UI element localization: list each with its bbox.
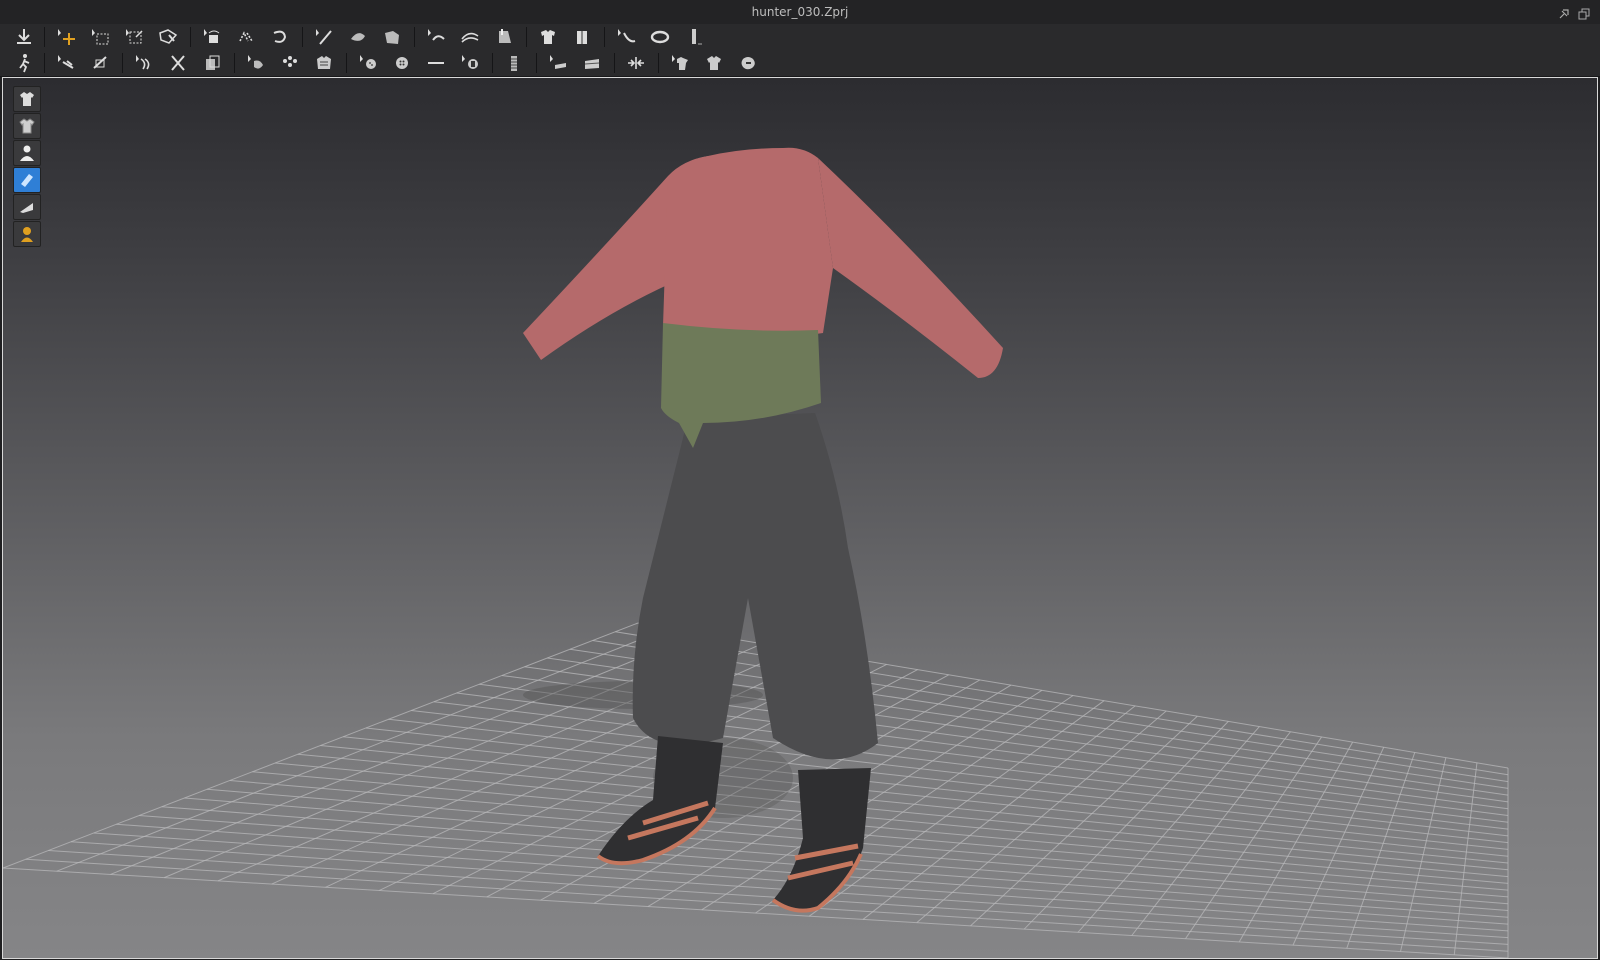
tape-icon[interactable] (544, 52, 572, 74)
transform-pattern-icon[interactable] (120, 26, 148, 48)
garment-textured-icon[interactable] (13, 113, 41, 139)
window-title: hunter_030.Zprj (751, 5, 849, 19)
save-down-icon[interactable] (10, 26, 38, 48)
measure-blue-icon[interactable] (13, 167, 41, 193)
scene[interactable] (3, 78, 1597, 958)
toolbar-divider (658, 53, 659, 73)
curve-edit-icon[interactable] (612, 26, 640, 48)
toolbar-divider (492, 53, 493, 73)
toolbar-divider (536, 53, 537, 73)
undo-curve-icon[interactable] (266, 26, 294, 48)
edit-texture-icon[interactable] (154, 26, 182, 48)
pin-window-icon[interactable] (1558, 5, 1570, 19)
toolbar-divider (302, 27, 303, 47)
avatar-walk-icon[interactable] (10, 52, 38, 74)
flip-pattern-icon[interactable] (232, 26, 260, 48)
sculpt-icon[interactable] (344, 26, 372, 48)
split-icon[interactable] (622, 52, 650, 74)
pin-icon[interactable] (52, 52, 80, 74)
fold-arrange-icon[interactable] (242, 52, 270, 74)
button-icon[interactable] (388, 52, 416, 74)
secondary-toolbar (0, 50, 1600, 77)
toolbar-divider (346, 53, 347, 73)
toolbar-divider (526, 27, 527, 47)
toolbar-divider (614, 53, 615, 73)
garment-front-icon[interactable] (534, 26, 562, 48)
toolbar-divider (190, 27, 191, 47)
clone-icon[interactable] (198, 52, 226, 74)
segment-select-icon[interactable] (422, 26, 450, 48)
transform-move-icon[interactable] (52, 26, 80, 48)
left-sleeve (523, 176, 683, 360)
toolbar-divider (122, 53, 123, 73)
toolbar-divider (44, 27, 45, 47)
strap-icon[interactable] (130, 52, 158, 74)
3d-viewport[interactable] (2, 77, 1598, 959)
flat-pattern-icon[interactable] (666, 52, 694, 74)
fold-icon[interactable] (378, 26, 406, 48)
arrangement-points-icon[interactable] (276, 52, 304, 74)
flatten-icon[interactable] (13, 194, 41, 220)
garment-shaded-icon[interactable] (13, 86, 41, 112)
toolbar-divider (44, 53, 45, 73)
toolbar-divider (604, 27, 605, 47)
reset-icon[interactable] (734, 52, 762, 74)
ring-icon[interactable] (646, 26, 674, 48)
buttonhole-icon[interactable] (456, 52, 484, 74)
right-sleeve (818, 158, 1003, 378)
shirt-torso (663, 147, 833, 337)
ruler-icon[interactable] (680, 26, 708, 48)
piping-icon[interactable] (578, 52, 606, 74)
avatar-show-icon[interactable] (13, 140, 41, 166)
rotate-pattern-icon[interactable] (198, 26, 226, 48)
cut-icon[interactable] (164, 52, 192, 74)
toolbar-divider (234, 53, 235, 73)
select-rect-icon[interactable] (86, 26, 114, 48)
line-measure-icon[interactable] (422, 52, 450, 74)
restore-window-icon[interactable] (1578, 5, 1590, 20)
title-bar: hunter_030.Zprj (0, 0, 1600, 25)
shirt-icon[interactable] (700, 52, 728, 74)
garment-back-icon[interactable] (568, 26, 596, 48)
pen-line-icon[interactable] (310, 26, 338, 48)
tack-icon[interactable] (490, 26, 518, 48)
sew-curve-icon[interactable] (456, 26, 484, 48)
toolbar-divider (414, 27, 415, 47)
avatar-skin-icon[interactable] (13, 221, 41, 247)
zipper-icon[interactable] (500, 52, 528, 74)
main-toolbar (0, 24, 1600, 51)
puckering-icon[interactable] (310, 52, 338, 74)
button-add-icon[interactable] (354, 52, 382, 74)
pin-box-icon[interactable] (86, 52, 114, 74)
